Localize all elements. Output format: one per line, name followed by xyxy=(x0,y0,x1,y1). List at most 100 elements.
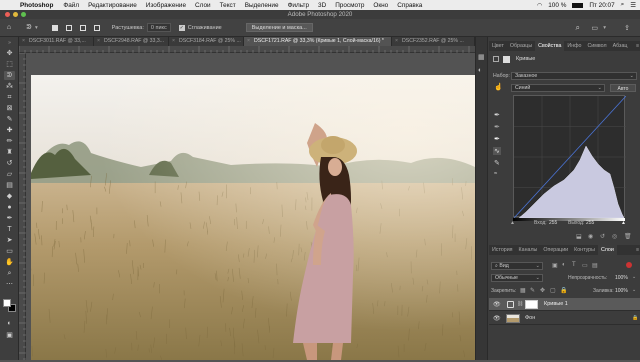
tab-swatches[interactable]: Образцы xyxy=(507,41,535,51)
home-icon[interactable]: ⌂ xyxy=(4,23,14,33)
clock[interactable]: Пт 20:07 xyxy=(589,2,614,9)
rectangle-tool-icon[interactable]: ▭ xyxy=(4,247,15,256)
crop-tool-icon[interactable]: ⌗ xyxy=(4,93,15,102)
close-window-button[interactable] xyxy=(5,12,10,17)
menu-view[interactable]: Просмотр xyxy=(335,2,364,9)
share-icon[interactable]: ⇪ xyxy=(624,24,630,32)
tab-history[interactable]: История xyxy=(489,245,516,255)
wifi-icon[interactable]: ◠ xyxy=(537,2,542,9)
channel-dropdown[interactable]: Синий⌄ xyxy=(511,84,605,92)
clip-to-layer-icon[interactable]: ⬓ xyxy=(576,233,582,240)
preset-dropdown[interactable]: Заказное⌄ xyxy=(511,72,637,80)
menu-help[interactable]: Справка xyxy=(397,2,422,9)
menu-type[interactable]: Текст xyxy=(220,2,236,9)
white-slider-icon[interactable]: ▲ xyxy=(621,220,626,226)
menu-extras-icon[interactable]: ☰ xyxy=(630,1,636,9)
adjustments-panel-icon[interactable]: ◐ xyxy=(478,67,482,74)
search-icon[interactable]: ⌕ xyxy=(576,23,580,33)
frame-tool-icon[interactable]: ⊠ xyxy=(4,104,15,113)
tab-document-2[interactable]: ×DSCF2948.RAF @ 33,3... xyxy=(94,37,169,46)
tab-document-1[interactable]: ×DSCF3011.RAF @ 33,... xyxy=(19,37,94,46)
output-value[interactable]: 255 xyxy=(586,220,594,226)
filter-adjustment-icon[interactable]: ◐ xyxy=(562,262,566,268)
quick-mask-icon[interactable]: ◐ xyxy=(4,319,15,328)
layer-thumbnail[interactable] xyxy=(506,314,520,323)
eye-icon[interactable]: 👁 xyxy=(493,315,501,322)
preset-chevron-icon[interactable]: ▾ xyxy=(35,25,38,31)
document-image[interactable] xyxy=(31,75,475,360)
tab-properties[interactable]: Свойства xyxy=(535,41,564,51)
gray-point-eyedropper-icon[interactable]: ✒ xyxy=(494,123,500,131)
layer-filter-dropdown[interactable]: ⌕ Вид⌄ xyxy=(491,262,543,270)
feather-input[interactable]: 0 пикс xyxy=(147,23,171,32)
menu-edit[interactable]: Редактирование xyxy=(88,2,137,9)
tab-info[interactable]: Инфо xyxy=(564,41,584,51)
new-selection-icon[interactable] xyxy=(50,23,60,33)
auto-button[interactable]: Авто xyxy=(610,84,636,92)
menu-file[interactable]: Файл xyxy=(63,2,79,9)
lock-image-icon[interactable]: ✎ xyxy=(530,287,535,294)
curve-draw-pencil-icon[interactable]: ✎ xyxy=(494,159,500,167)
layer-name[interactable]: Фон xyxy=(525,315,535,321)
close-tab-icon[interactable]: × xyxy=(247,37,250,46)
quick-select-tool-icon[interactable]: ⁂ xyxy=(4,82,15,91)
subtract-selection-icon[interactable] xyxy=(78,23,88,33)
menu-select[interactable]: Выделение xyxy=(245,2,279,9)
layer-name[interactable]: Кривые 1 xyxy=(544,301,568,307)
eraser-tool-icon[interactable]: ▱ xyxy=(4,170,15,179)
eyedropper-tool-icon[interactable]: ✎ xyxy=(4,115,15,124)
filter-shape-icon[interactable]: ▭ xyxy=(582,262,588,269)
panel-menu-icon[interactable]: ≡ xyxy=(636,245,639,255)
histogram-panel-icon[interactable]: ▦ xyxy=(478,53,485,61)
antialias-checkbox[interactable]: ✓ xyxy=(179,25,185,31)
close-tab-icon[interactable]: × xyxy=(172,37,175,46)
menu-3d[interactable]: 3D xyxy=(318,2,326,9)
curves-graph[interactable] xyxy=(513,95,625,217)
tab-channels[interactable]: Каналы xyxy=(516,245,541,255)
layer-row-background[interactable]: 👁 Фон 🔒 xyxy=(489,312,640,325)
chevron-down-icon[interactable]: ⌄ xyxy=(632,287,636,293)
foreground-color-swatch[interactable] xyxy=(3,299,11,307)
close-tab-icon[interactable]: × xyxy=(97,37,100,46)
lock-artboard-icon[interactable]: ▢ xyxy=(550,287,556,294)
tab-color[interactable]: Цвет xyxy=(489,41,507,51)
eye-icon[interactable]: 👁 xyxy=(493,301,501,308)
ruler-vertical[interactable] xyxy=(19,53,26,360)
fill-value[interactable]: 100% xyxy=(615,288,628,294)
menu-window[interactable]: Окно xyxy=(373,2,388,9)
curve-smooth-icon[interactable]: ≈ xyxy=(494,171,497,177)
black-slider-icon[interactable]: ▲ xyxy=(510,220,515,226)
tab-layers[interactable]: Слои xyxy=(598,245,617,255)
tab-document-5[interactable]: ×DSCF2352.RAF @ 25% ... xyxy=(392,37,475,46)
layer-mask-thumbnail[interactable] xyxy=(525,300,538,309)
filter-smart-object-icon[interactable]: ▤ xyxy=(592,262,598,269)
tab-character[interactable]: Символ xyxy=(584,41,609,51)
menu-filter[interactable]: Фильтр xyxy=(288,2,309,9)
more-tools-icon[interactable]: ⋯ xyxy=(4,280,15,289)
reset-icon[interactable]: ↺ xyxy=(600,233,605,240)
workspace-icon[interactable]: ▭ xyxy=(591,24,598,32)
menu-app-name[interactable]: Photoshop xyxy=(20,2,53,9)
visibility-toggle-icon[interactable]: ◎ xyxy=(612,233,617,240)
add-to-selection-icon[interactable] xyxy=(64,23,74,33)
document-canvas[interactable] xyxy=(26,53,475,360)
healing-brush-tool-icon[interactable]: ✚ xyxy=(4,126,15,135)
tab-document-3[interactable]: ×DSCF3184.RAF @ 25% ... xyxy=(169,37,244,46)
dodge-tool-icon[interactable]: ● xyxy=(4,203,15,212)
zoom-window-button[interactable] xyxy=(21,12,26,17)
intersect-selection-icon[interactable] xyxy=(92,23,102,33)
layer-mask-icon[interactable] xyxy=(503,56,510,63)
delete-adjustment-icon[interactable]: 🗑 xyxy=(624,233,632,240)
target-adjust-icon[interactable]: ☝ xyxy=(494,83,503,91)
zoom-tool-icon[interactable]: ⌕ xyxy=(4,269,15,278)
lasso-tool-icon[interactable]: ᕲ xyxy=(4,71,15,80)
blend-mode-dropdown[interactable]: Обычные⌄ xyxy=(491,274,543,282)
select-and-mask-button[interactable]: Выделение и маска... xyxy=(246,23,313,32)
input-value[interactable]: 255 xyxy=(549,220,557,226)
lock-transparent-icon[interactable]: ▦ xyxy=(520,287,526,294)
workspace-chevron-icon[interactable]: ▾ xyxy=(603,25,606,31)
clone-stamp-tool-icon[interactable]: ♜ xyxy=(4,148,15,157)
tab-document-active[interactable]: ×DSCF1721.RAF @ 33,3% (Кривые 1, Слой-ма… xyxy=(244,37,392,46)
ruler-horizontal[interactable] xyxy=(19,46,475,53)
chevron-down-icon[interactable]: ⌄ xyxy=(632,274,636,280)
